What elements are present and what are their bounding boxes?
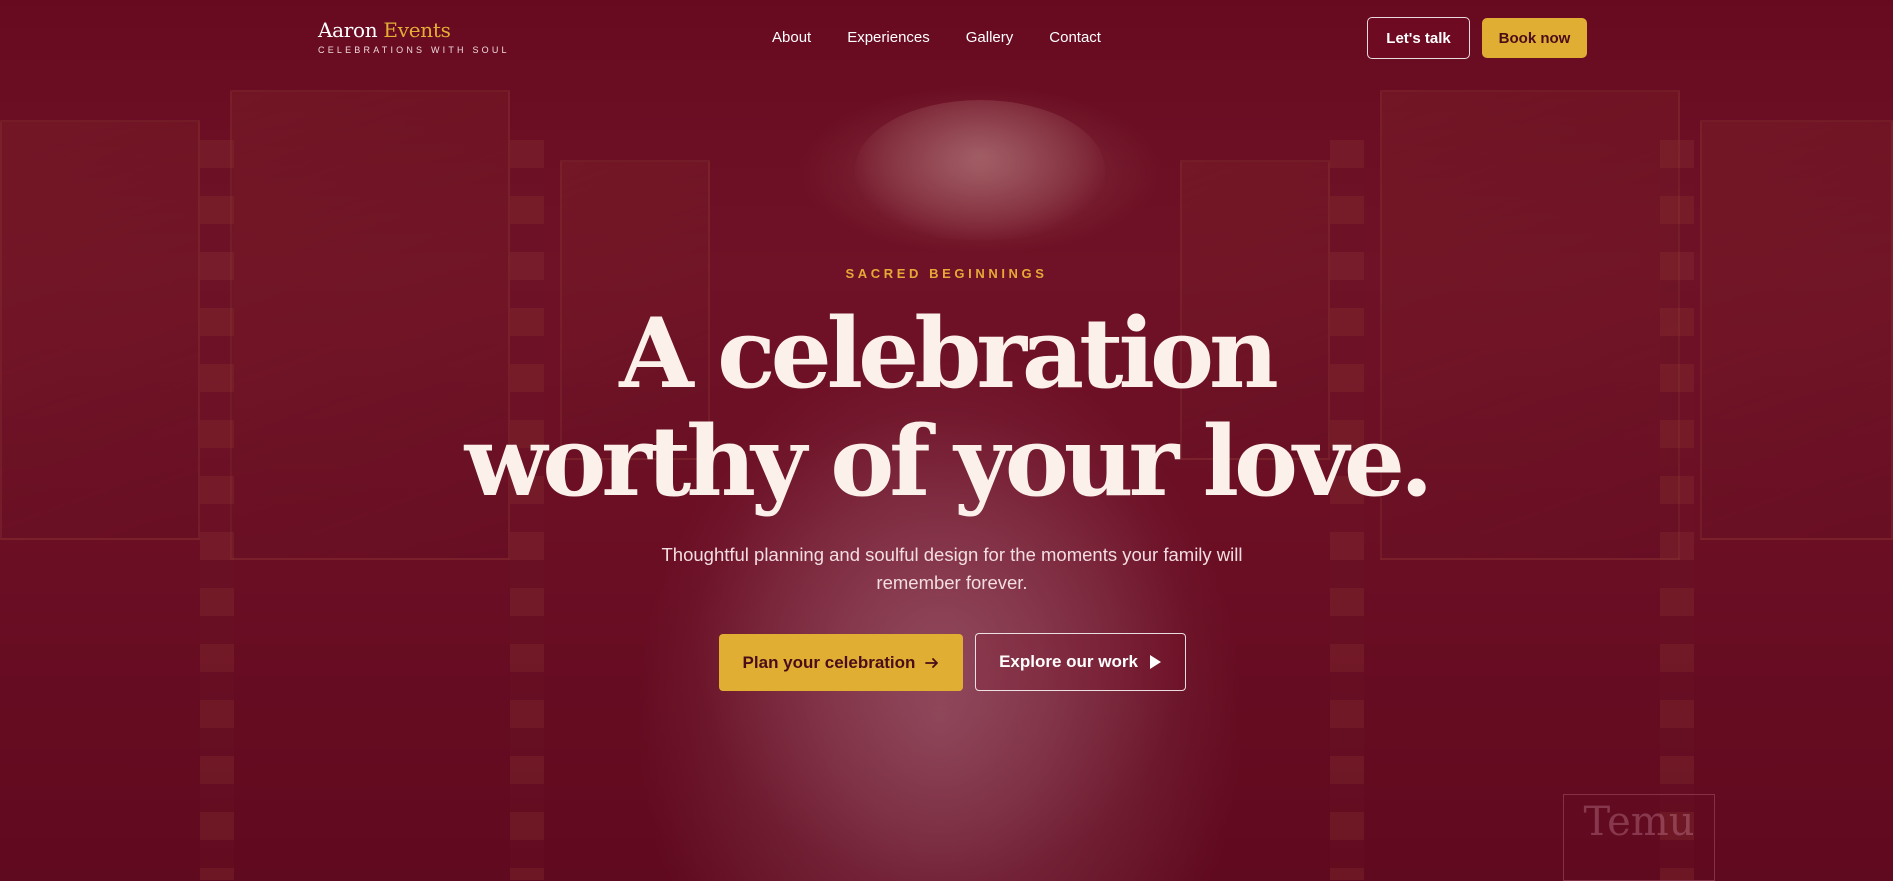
play-icon [1148,654,1162,670]
nav-about[interactable]: About [772,29,811,46]
hero-subtitle: Thoughtful planning and soulful design f… [661,544,1243,593]
nav-gallery[interactable]: Gallery [966,29,1014,46]
explore-work-label: Explore our work [999,652,1138,671]
brand-logo[interactable]: Aaron Events CELEBRATIONS WITH SOUL [318,19,510,55]
hero-eyebrow: SACRED BEGINNINGS [845,266,1048,281]
plan-celebration-button[interactable]: Plan your celebration [719,634,963,691]
plan-celebration-label: Plan your celebration [742,652,916,672]
nav-experiences[interactable]: Experiences [847,29,930,46]
main-nav: About Experiences Gallery Contact [772,29,1101,46]
photographer-watermark: Temu [1563,794,1715,881]
headline-line-2: worthy of your love. [464,405,1434,518]
book-now-button[interactable]: Book now [1482,18,1587,58]
arrow-right-icon [925,656,939,670]
hero-headline: A celebration worthy of your love. [0,300,1893,516]
headline-line-1: A celebration [619,297,1279,410]
site-header: Aaron Events CELEBRATIONS WITH SOUL Abou… [0,0,1893,76]
brand-tagline: CELEBRATIONS WITH SOUL [318,45,510,55]
brand-name: Aaron Events [318,18,451,42]
explore-work-button[interactable]: Explore our work [975,633,1186,691]
lets-talk-button[interactable]: Let's talk [1367,17,1470,59]
nav-contact[interactable]: Contact [1049,29,1101,46]
